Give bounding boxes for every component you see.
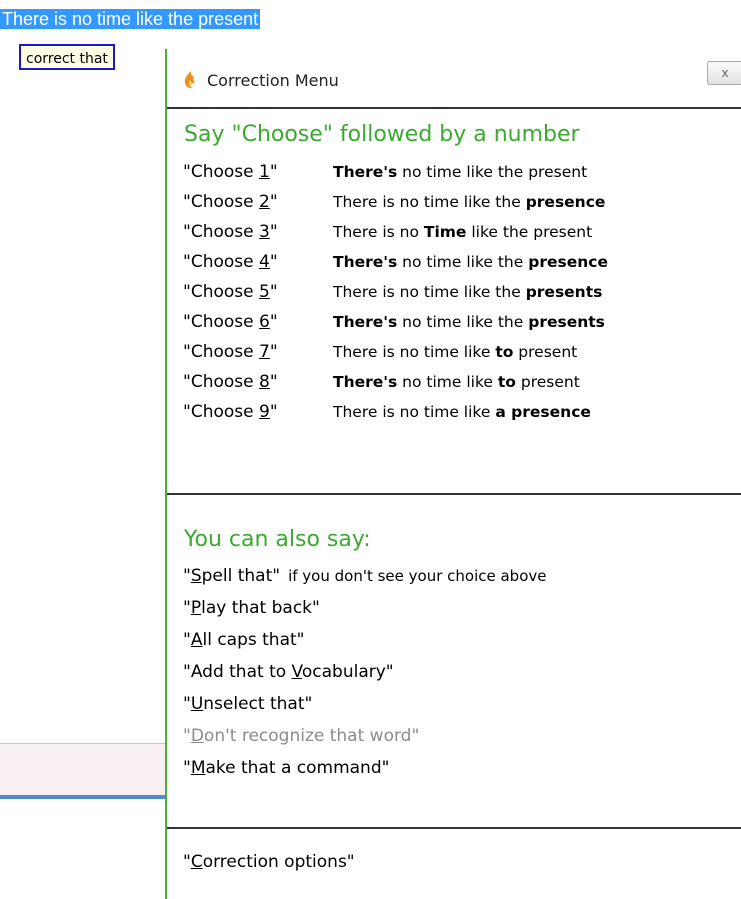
command-item-m[interactable]: "Make that a command"	[183, 753, 389, 783]
changed-word: presents	[525, 283, 603, 301]
choice-alternative-text: There is no time like the presents	[333, 283, 602, 301]
correction-options-item[interactable]: "Correction options"	[183, 847, 355, 877]
selected-text[interactable]: There is no time like the present	[0, 9, 261, 29]
also-say-heading: You can also say:	[184, 527, 371, 552]
unchanged-text: present	[513, 343, 578, 361]
unchanged-text: present	[515, 373, 580, 391]
choice-command: "Choose 8"	[183, 372, 278, 392]
dragon-flame-icon	[184, 71, 195, 89]
title-divider	[167, 107, 741, 109]
choice-number: 7	[259, 342, 270, 362]
choice-command: "Choose 1"	[183, 162, 278, 182]
choice-item-6[interactable]: "Choose 6" There's no time like the prese…	[183, 307, 605, 337]
choice-number: 9	[259, 402, 270, 422]
correction-menu-titlebar: Correction Menu x	[167, 49, 741, 109]
choice-alternative-text: There is no Time like the present	[333, 223, 592, 241]
unchanged-text: no time like the	[397, 313, 529, 331]
choice-command: "Choose 7"	[183, 342, 278, 362]
choice-alternative-text: There's no time like the present	[333, 163, 587, 181]
close-button[interactable]: x	[707, 61, 741, 85]
choice-item-4[interactable]: "Choose 4" There's no time like the prese…	[183, 247, 608, 277]
changed-word: presents	[528, 313, 605, 331]
command-item-a[interactable]: "All caps that"	[183, 625, 304, 655]
close-icon: x	[721, 66, 729, 80]
changed-word: a presence	[495, 403, 591, 421]
document-text-line[interactable]: There is no time like the present	[0, 8, 261, 31]
choice-command: "Choose 3"	[183, 222, 278, 242]
changed-word: There's	[333, 373, 398, 391]
command-item-d: "Don't recognize that word"	[183, 726, 420, 746]
command-item-p[interactable]: "Play that back"	[183, 593, 320, 623]
changed-word: There's	[333, 253, 398, 271]
choice-command: "Choose 6"	[183, 312, 278, 332]
choice-alternative-text: There's no time like to present	[333, 373, 580, 391]
choice-item-3[interactable]: "Choose 3" There is no Time like the pres…	[183, 217, 592, 247]
choice-command: "Choose 5"	[183, 282, 278, 302]
recognized-command-tooltip: correct that	[19, 44, 115, 70]
choice-number: 5	[259, 282, 270, 302]
hotkey-letter: M	[190, 758, 206, 778]
choice-item-7[interactable]: "Choose 7" There is no time like to prese…	[183, 337, 577, 367]
choice-command: "Choose 2"	[183, 192, 278, 212]
choice-number: 2	[259, 192, 270, 212]
choice-item-5[interactable]: "Choose 5" There is no time like the pres…	[183, 277, 602, 307]
choice-alternative-text: There's no time like the presents	[333, 313, 605, 331]
command-hint: if you don't see your choice above	[288, 567, 547, 585]
choice-number: 3	[259, 222, 270, 242]
hotkey-letter: S	[190, 566, 202, 586]
command-item-u[interactable]: "Unselect that"	[183, 689, 312, 719]
command-item-v[interactable]: "Add that to Vocabulary"	[183, 657, 394, 687]
background-window-border	[0, 795, 168, 799]
unchanged-text: There is no time like	[333, 343, 496, 361]
hotkey-letter: C	[190, 852, 203, 872]
recognized-command-text: correct that	[26, 51, 108, 67]
unchanged-text: no time like the	[397, 253, 529, 271]
changed-word: presence	[525, 193, 606, 211]
choice-alternative-text: There is no time like to present	[333, 343, 577, 361]
choice-item-9[interactable]: "Choose 9" There is no time like a presen…	[183, 397, 591, 427]
unchanged-text: There is no time like the	[333, 283, 526, 301]
unchanged-text: no time like	[397, 373, 498, 391]
choice-number: 1	[259, 162, 270, 182]
unchanged-text: There is no	[333, 223, 424, 241]
hotkey-letter: D	[190, 726, 204, 746]
choice-number: 6	[259, 312, 270, 332]
hotkey-letter: A	[190, 630, 203, 650]
choice-command: "Choose 4"	[183, 252, 278, 272]
changed-word: presence	[528, 253, 608, 271]
choose-heading: Say "Choose" followed by a number	[184, 122, 580, 147]
choice-command: "Choose 9"	[183, 402, 278, 422]
choice-alternative-text: There is no time like the presence	[333, 193, 605, 211]
unchanged-text: no time like the present	[397, 163, 588, 181]
choice-alternative-text: There is no time like a presence	[333, 403, 591, 421]
choices-divider	[167, 493, 741, 495]
background-window-panel	[0, 743, 168, 795]
unchanged-text: like the present	[466, 223, 593, 241]
unchanged-text: There is no time like	[333, 403, 496, 421]
unchanged-text: There is no time like the	[333, 193, 526, 211]
changed-word: to	[497, 373, 516, 391]
choice-number: 8	[259, 372, 270, 392]
changed-word: to	[495, 343, 514, 361]
choice-item-8[interactable]: "Choose 8" There's no time like to presen…	[183, 367, 580, 397]
choice-item-2[interactable]: "Choose 2" There is no time like the pres…	[183, 187, 605, 217]
changed-word: There's	[333, 313, 398, 331]
changed-word: There's	[333, 163, 398, 181]
choice-item-1[interactable]: "Choose 1" There's no time like the prese…	[183, 157, 587, 187]
changed-word: Time	[423, 223, 467, 241]
choice-number: 4	[259, 252, 270, 272]
window-title: Correction Menu	[207, 71, 339, 90]
commands-divider	[167, 827, 741, 829]
hotkey-letter: P	[190, 598, 202, 618]
command-item-s[interactable]: "Spell that" if you don't see your choice…	[183, 561, 546, 591]
hotkey-letter: V	[291, 662, 302, 682]
choice-alternative-text: There's no time like the presence	[333, 253, 608, 271]
hotkey-letter: U	[190, 694, 204, 714]
correction-menu-window: Correction Menu x Say "Choose" followed …	[165, 49, 741, 899]
